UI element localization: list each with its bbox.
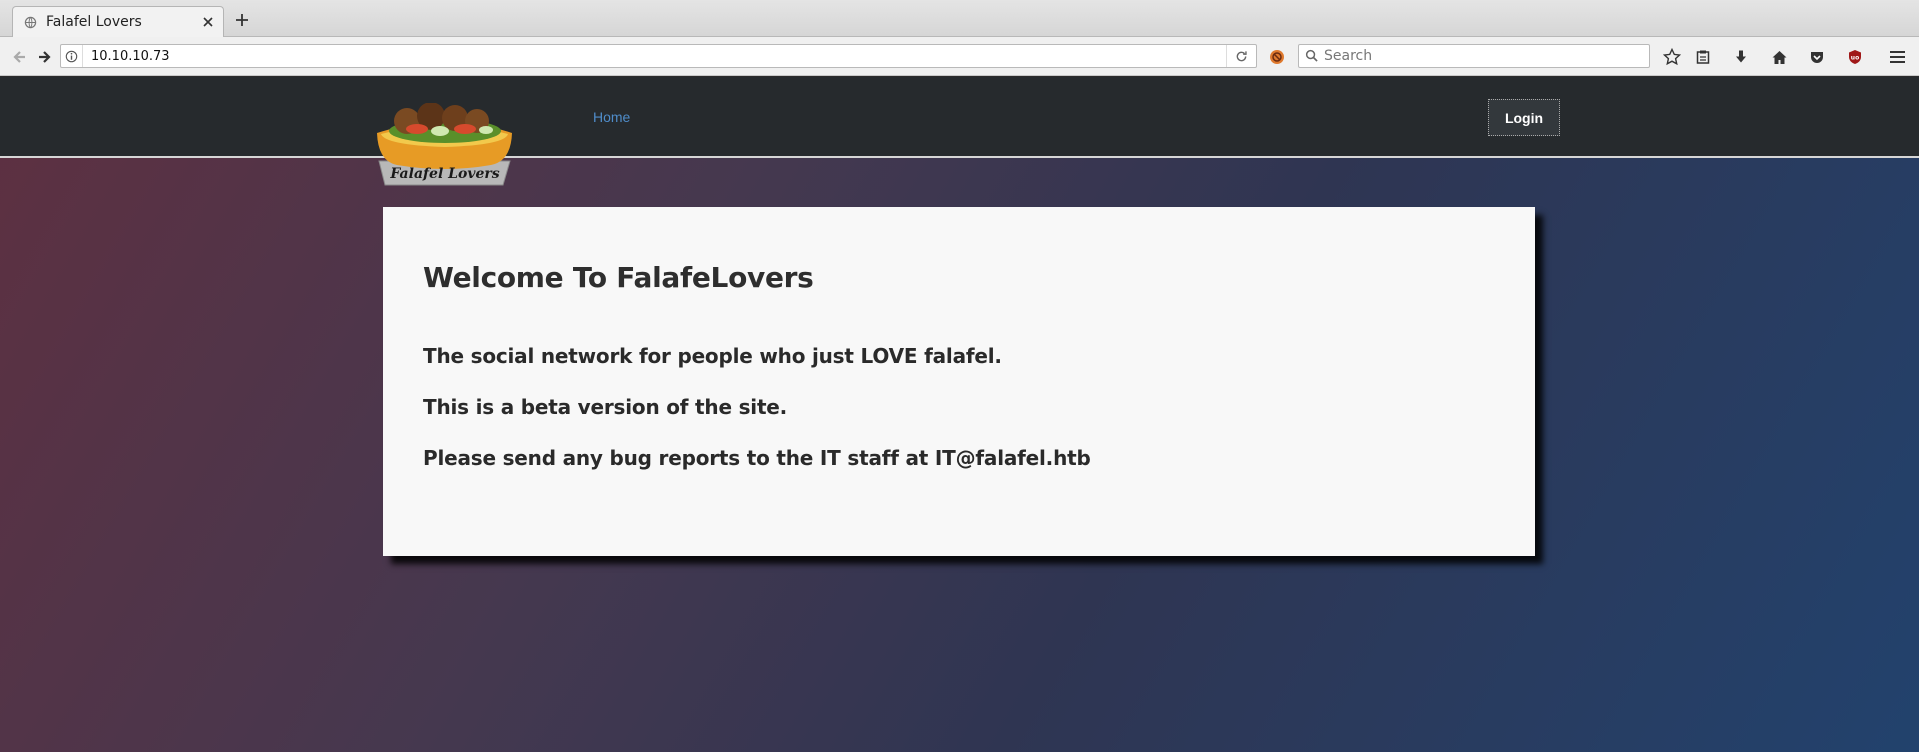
reload-icon[interactable] (1226, 45, 1256, 67)
url-text[interactable]: 10.10.10.73 (83, 49, 1226, 64)
search-input[interactable] (1324, 48, 1624, 64)
login-button[interactable]: Login (1488, 99, 1560, 136)
nav-home-link[interactable]: Home (593, 109, 630, 125)
logo-text: Falafel Lovers (389, 166, 499, 182)
search-icon (1305, 47, 1318, 66)
svg-text:uo: uo (1851, 55, 1859, 62)
globe-icon (23, 15, 37, 29)
browser-tab[interactable]: Falafel Lovers (12, 6, 224, 37)
bug-report-text: Please send any bug reports to the IT st… (423, 446, 1091, 470)
close-icon[interactable] (201, 15, 215, 29)
page-viewport: Home Login Falafel Lovers Welcome To Fal… (0, 77, 1919, 752)
info-icon[interactable] (61, 45, 83, 67)
pocket-icon[interactable] (1806, 46, 1828, 68)
star-icon[interactable] (1661, 46, 1683, 68)
home-icon[interactable] (1768, 46, 1790, 68)
clipboard-icon[interactable] (1692, 46, 1714, 68)
back-arrow-icon[interactable] (8, 46, 30, 68)
intro-text: The social network for people who just L… (423, 344, 1002, 368)
page-title: Welcome To FalafeLovers (423, 261, 814, 294)
falafel-lovers-logo[interactable]: Falafel Lovers (373, 102, 516, 186)
tab-title: Falafel Lovers (46, 14, 142, 30)
ublock-icon[interactable]: uo (1844, 46, 1866, 68)
browser-toolbar: 10.10.10.73 uo (0, 37, 1919, 76)
addon-icon[interactable] (1266, 46, 1288, 68)
address-bar[interactable]: 10.10.10.73 (60, 44, 1257, 68)
download-icon[interactable] (1730, 46, 1752, 68)
hamburger-menu-icon[interactable] (1886, 46, 1908, 68)
beta-notice-text: This is a beta version of the site. (423, 395, 788, 419)
search-bar[interactable] (1298, 44, 1650, 68)
tab-bar: Falafel Lovers (0, 0, 1919, 37)
site-header: Home Login (0, 77, 1919, 158)
forward-arrow-icon[interactable] (34, 46, 56, 68)
welcome-card: Welcome To FalafeLovers The social netwo… (383, 207, 1535, 556)
plus-icon[interactable] (232, 10, 252, 30)
